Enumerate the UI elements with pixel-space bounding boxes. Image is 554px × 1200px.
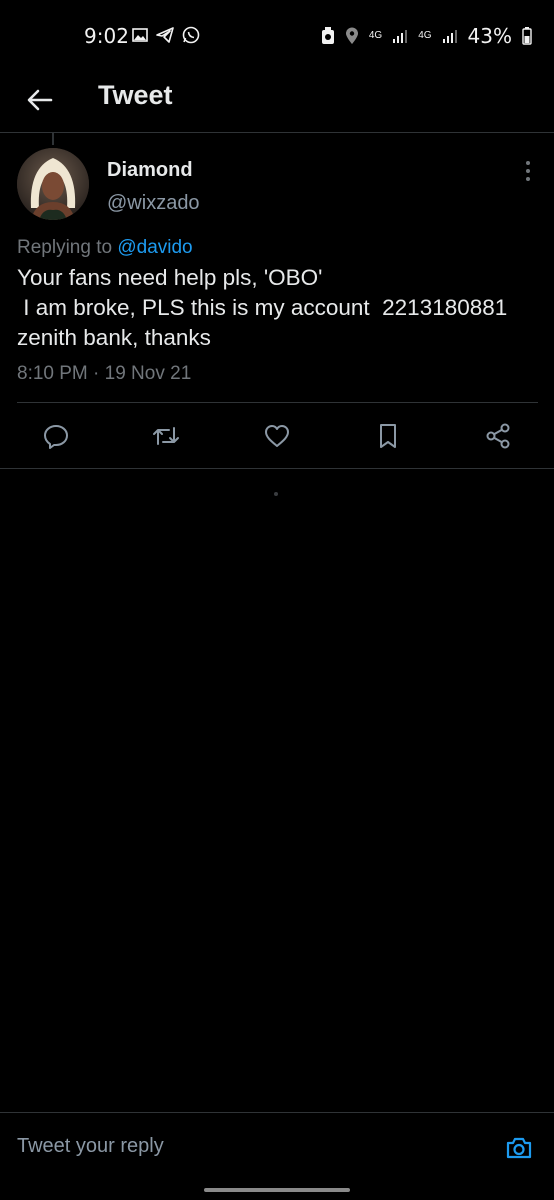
network-type: 4G <box>368 30 383 41</box>
battery-saver-icon <box>321 27 334 44</box>
reply-button[interactable] <box>41 421 71 451</box>
status-time: 9:02 <box>84 24 129 48</box>
more-dot <box>526 161 530 165</box>
share-button[interactable] <box>483 421 513 451</box>
signal-icon <box>393 30 408 43</box>
back-button[interactable] <box>22 82 58 118</box>
tweet-text: Your fans need help pls, 'OBO' I am brok… <box>17 265 508 350</box>
whatsapp-icon <box>182 26 200 44</box>
tweet-actions <box>0 403 554 469</box>
avatar-photo <box>17 148 89 220</box>
replying-to: Replying to @davido <box>17 237 193 259</box>
more-dot <box>526 169 530 173</box>
more-options-button[interactable] <box>518 159 538 183</box>
comment-icon <box>44 425 68 449</box>
mention-link[interactable]: @davido <box>117 237 192 258</box>
avatar[interactable] <box>17 148 89 220</box>
page-title: Tweet <box>98 80 173 110</box>
thread-line <box>52 133 54 145</box>
top-app-bar: Tweet <box>0 70 554 132</box>
retweet-icon <box>153 427 179 445</box>
replying-prefix: Replying to <box>17 237 113 258</box>
loading-indicator <box>274 492 278 496</box>
arrow-left-icon <box>27 89 53 111</box>
author-name[interactable]: Diamond <box>107 159 193 182</box>
share-icon <box>486 423 510 449</box>
battery-percent: 43% <box>467 24 512 48</box>
telegram-icon <box>156 27 174 43</box>
retweet-button[interactable] <box>151 421 181 451</box>
bookmark-button[interactable] <box>373 421 403 451</box>
divider <box>0 468 554 469</box>
author-handle[interactable]: @wixzado <box>107 192 200 215</box>
home-indicator[interactable] <box>204 1188 350 1192</box>
heart-icon <box>265 425 289 447</box>
camera-button[interactable] <box>504 1133 534 1163</box>
status-left-icons <box>132 26 200 44</box>
like-button[interactable] <box>262 421 292 451</box>
tweet-timestamp[interactable]: 8:10 PM · 19 Nov 21 <box>17 363 191 385</box>
header-divider <box>0 132 554 133</box>
network-type: 4G <box>418 30 432 41</box>
gallery-icon <box>132 28 148 42</box>
reply-bar: Tweet your reply <box>0 1112 554 1183</box>
location-icon <box>345 27 358 44</box>
reply-input[interactable]: Tweet your reply <box>17 1135 164 1158</box>
camera-icon <box>506 1137 532 1159</box>
signal-icon <box>442 30 457 43</box>
battery-icon <box>522 27 532 45</box>
status-right-icons: 4G 4G 43% <box>321 24 532 48</box>
bookmark-icon <box>380 424 396 448</box>
more-dot <box>526 177 530 181</box>
status-bar: 9:02 4G 4G 43% <box>0 0 554 70</box>
